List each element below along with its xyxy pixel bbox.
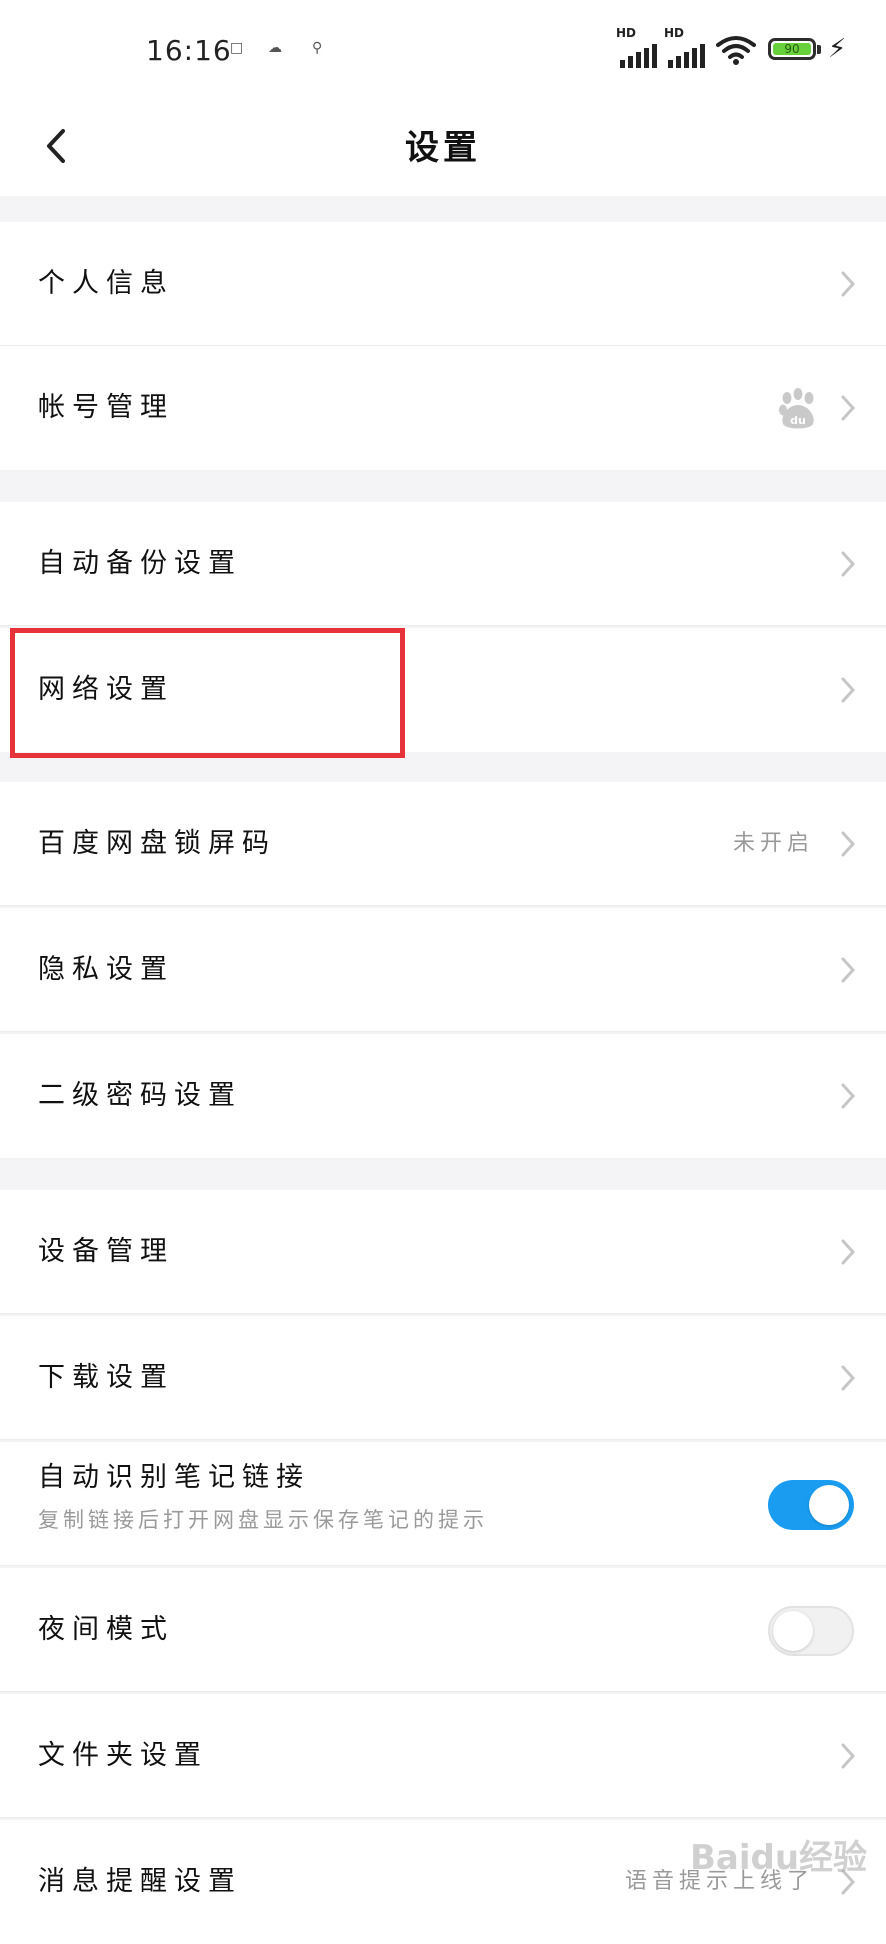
svg-text:du: du xyxy=(790,414,806,427)
row-lock-code[interactable]: 百度网盘锁屏码 未开启 xyxy=(0,782,886,906)
battery-tip xyxy=(817,45,821,54)
chevron-right-icon xyxy=(841,271,856,297)
location-icon: ⚲ xyxy=(312,40,323,56)
row-second-password[interactable]: 二级密码设置 xyxy=(0,1034,886,1158)
charging-icon: ⚡ xyxy=(828,34,847,64)
row-label: 隐私设置 xyxy=(38,954,174,985)
row-label: 网络设置 xyxy=(38,674,174,705)
chevron-right-icon xyxy=(841,395,856,421)
row-label: 下载设置 xyxy=(38,1362,174,1393)
row-label: 自动备份设置 xyxy=(38,548,242,579)
row-auto-backup[interactable]: 自动备份设置 xyxy=(0,502,886,626)
row-label: 个人信息 xyxy=(38,268,174,299)
chevron-right-icon xyxy=(841,1743,856,1769)
status-time: 16:16 xyxy=(146,34,232,67)
row-label: 设备管理 xyxy=(38,1236,174,1267)
page-title: 设置 xyxy=(405,128,481,168)
row-account[interactable]: 帐号管理 du xyxy=(0,346,886,470)
chevron-right-icon xyxy=(841,1239,856,1265)
header: 设置 xyxy=(0,100,886,196)
row-description: 复制链接后打开网盘显示保存笔记的提示 xyxy=(38,1508,488,1532)
image-icon: □ xyxy=(230,40,244,56)
row-network[interactable]: 网络设置 xyxy=(0,628,886,752)
chevron-right-icon xyxy=(841,677,856,703)
toggle-knob xyxy=(809,1485,849,1525)
cloud-icon: ☁ xyxy=(268,40,282,56)
chevron-right-icon xyxy=(841,551,856,577)
note-link-toggle[interactable] xyxy=(768,1480,854,1530)
row-folder[interactable]: 文件夹设置 xyxy=(0,1694,886,1818)
baidu-paw-icon: du xyxy=(779,388,814,429)
chevron-right-icon xyxy=(841,957,856,983)
row-label: 消息提醒设置 xyxy=(38,1866,242,1897)
row-label: 帐号管理 xyxy=(38,392,174,423)
row-devices[interactable]: 设备管理 xyxy=(0,1190,886,1314)
wifi-icon xyxy=(716,36,756,65)
row-download[interactable]: 下载设置 xyxy=(0,1316,886,1440)
row-label: 二级密码设置 xyxy=(38,1080,242,1111)
watermark: Baidu经验 xyxy=(690,1838,868,1878)
status-bar: 16:16 □ ☁ ⚲ HD HD 90 ⚡ xyxy=(0,0,886,100)
battery-level: 90 xyxy=(773,43,811,55)
row-note-link: 自动识别笔记链接 复制链接后打开网盘显示保存笔记的提示 xyxy=(0,1442,886,1566)
row-label: 百度网盘锁屏码 xyxy=(38,828,276,859)
row-privacy[interactable]: 隐私设置 xyxy=(0,908,886,1032)
row-label: 自动识别笔记链接 xyxy=(38,1462,310,1493)
row-personal-info[interactable]: 个人信息 xyxy=(0,222,886,346)
row-label: 夜间模式 xyxy=(38,1614,174,1645)
row-night-mode: 夜间模式 xyxy=(0,1568,886,1692)
battery-icon: 90 xyxy=(768,38,816,60)
night-mode-toggle[interactable] xyxy=(768,1606,854,1656)
chevron-right-icon xyxy=(841,1083,856,1109)
chevron-right-icon xyxy=(841,831,856,857)
lock-code-status: 未开启 xyxy=(732,831,814,856)
toggle-knob xyxy=(773,1611,813,1651)
row-label: 文件夹设置 xyxy=(38,1740,208,1771)
chevron-right-icon xyxy=(841,1365,856,1391)
